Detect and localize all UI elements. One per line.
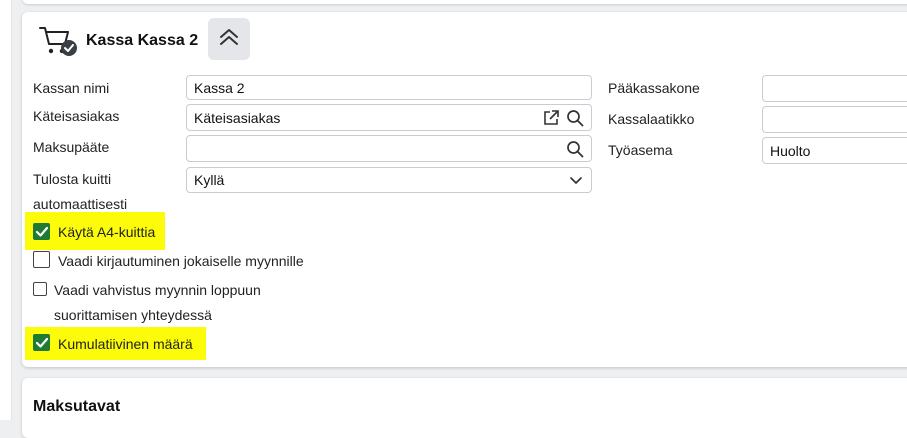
tulosta-kuitti-label: Tulosta kuitti bbox=[33, 171, 112, 187]
kassan-nimi-label: Kassan nimi bbox=[33, 80, 110, 96]
tyoasema-field[interactable]: Huolto bbox=[762, 137, 907, 164]
kassan-nimi-field[interactable]: Kassa 2 bbox=[186, 75, 592, 100]
tulosta-kuitti-select[interactable]: Kyllä bbox=[186, 167, 592, 193]
cash-register-card: Kassa Kassa 2 Kassan nimi Käteisasiakas … bbox=[22, 12, 907, 367]
a4-checkbox[interactable] bbox=[33, 223, 50, 240]
kateisasiakas-field[interactable]: Käteisasiakas bbox=[186, 104, 592, 131]
a4-checkbox-label[interactable]: Käytä A4-kuittia bbox=[58, 224, 155, 240]
tulosta-kuitti-label-cont: automaattisesti bbox=[33, 196, 128, 212]
kassalaatikko-field[interactable] bbox=[762, 106, 907, 133]
maksupaate-field[interactable] bbox=[186, 135, 592, 162]
search-icon[interactable] bbox=[566, 140, 584, 158]
kirjautuminen-checkbox[interactable] bbox=[33, 251, 50, 268]
collapse-button[interactable] bbox=[208, 18, 250, 60]
kumulatiivinen-checkbox-label[interactable]: Kumulatiivinen määrä bbox=[58, 336, 193, 352]
kateisasiakas-label: Käteisasiakas bbox=[33, 108, 120, 124]
maksutavat-title: Maksutavat bbox=[33, 398, 121, 415]
open-external-icon[interactable] bbox=[542, 109, 560, 127]
search-icon[interactable] bbox=[566, 109, 584, 127]
page-title: Kassa Kassa 2 bbox=[86, 32, 199, 49]
vahvistus-checkbox-label-cont: suorittamisen yhteydessä bbox=[54, 307, 212, 323]
paakassakone-label: Pääkassakone bbox=[608, 80, 700, 96]
left-sidebar-strip bbox=[0, 0, 12, 420]
previous-card-edge bbox=[22, 0, 907, 4]
chevron-down-icon bbox=[568, 172, 584, 188]
shopping-cart-check-icon bbox=[38, 24, 80, 58]
vahvistus-checkbox[interactable] bbox=[33, 282, 47, 296]
maksutavat-card: Maksutavat bbox=[22, 378, 907, 438]
vahvistus-checkbox-label[interactable]: Vaadi vahvistus myynnin loppuun bbox=[54, 282, 261, 298]
kumulatiivinen-checkbox[interactable] bbox=[33, 334, 50, 351]
tyoasema-label: Työasema bbox=[608, 142, 673, 158]
maksupaate-label: Maksupääte bbox=[33, 139, 110, 155]
kassalaatikko-label: Kassalaatikko bbox=[608, 111, 695, 127]
chevron-double-up-icon bbox=[218, 27, 240, 52]
paakassakone-field[interactable] bbox=[762, 75, 907, 102]
kirjautuminen-checkbox-label[interactable]: Vaadi kirjautuminen jokaiselle myynnille bbox=[58, 253, 304, 269]
